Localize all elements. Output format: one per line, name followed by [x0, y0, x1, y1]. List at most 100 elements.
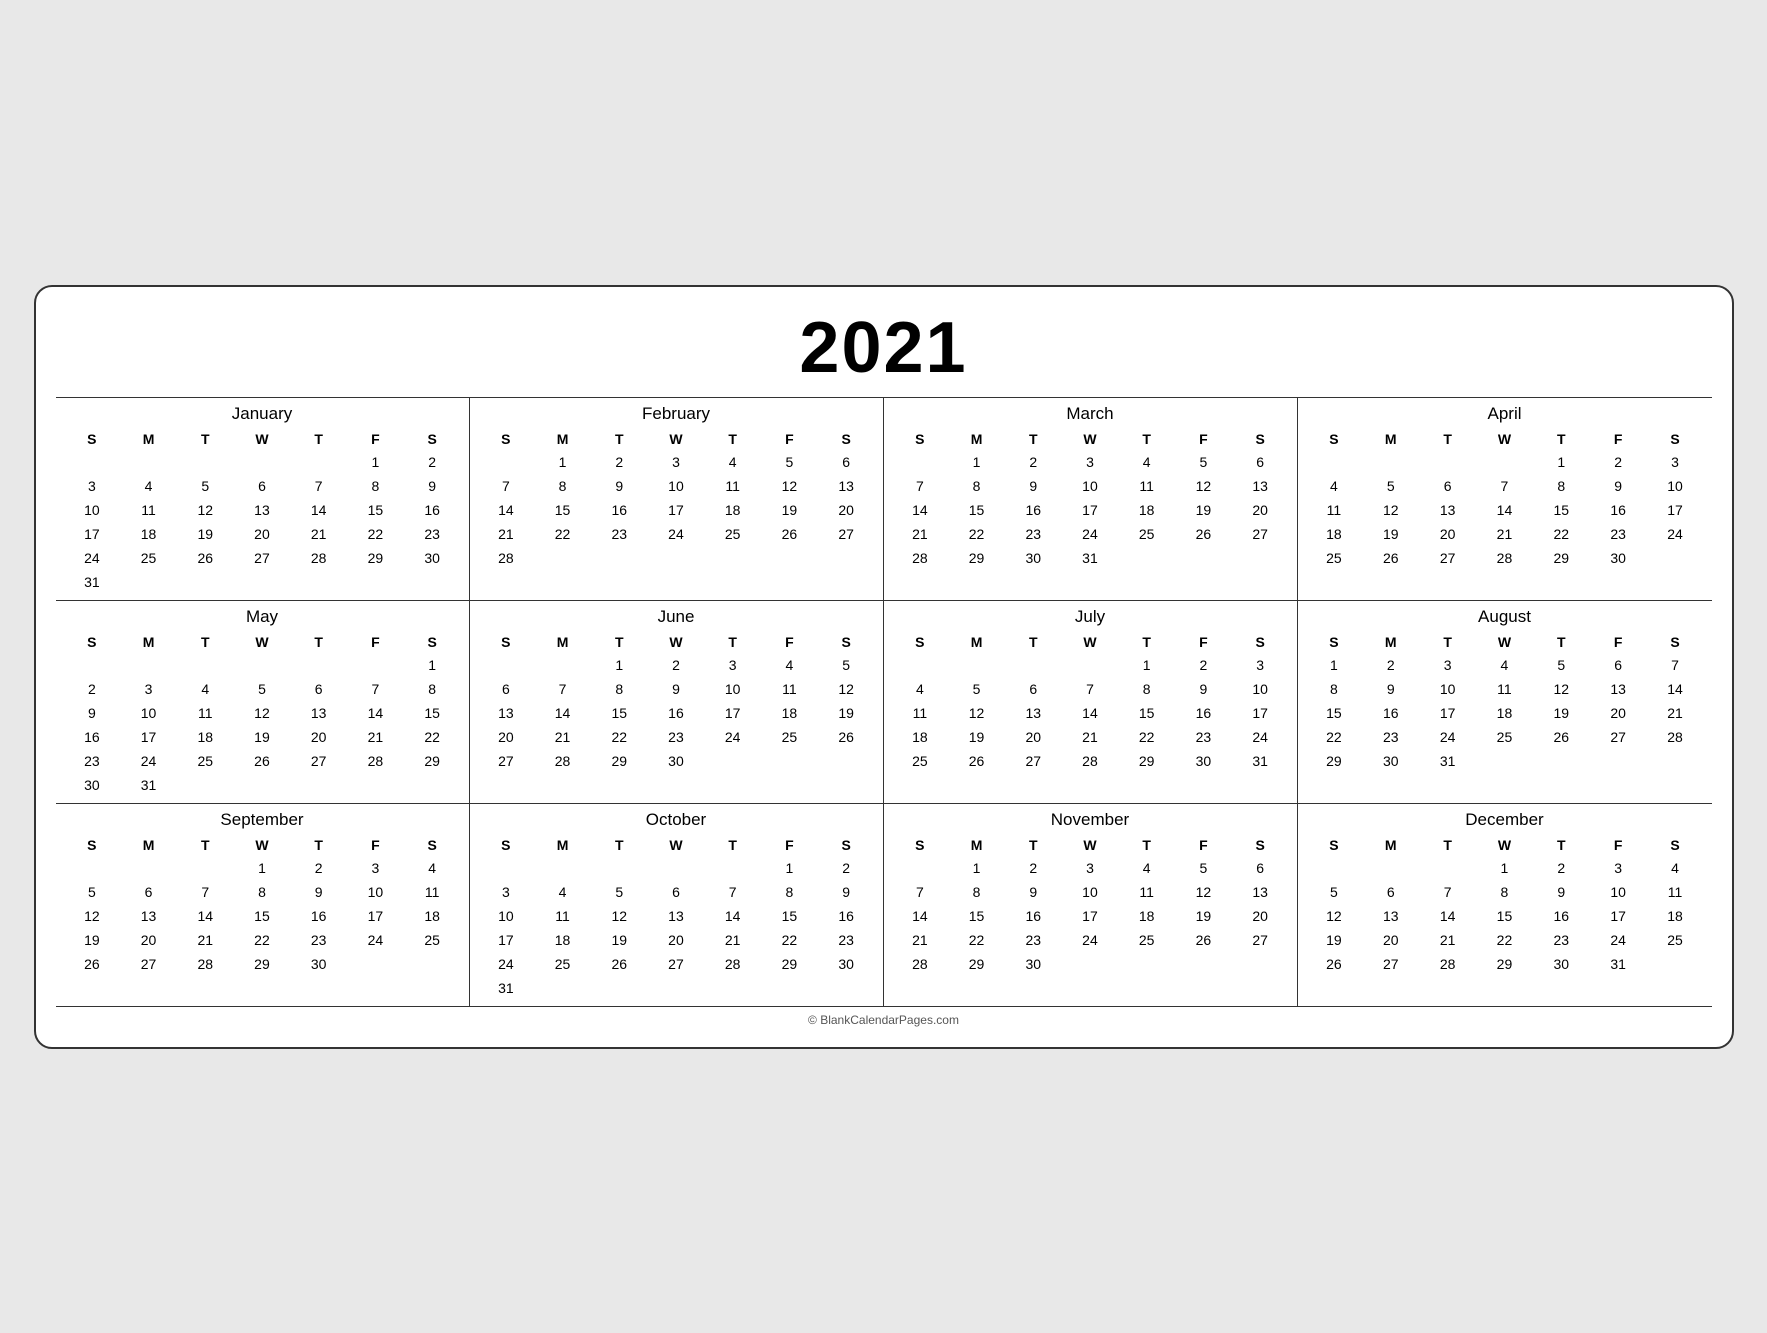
day-cell: 20	[818, 498, 875, 522]
day-header: M	[534, 631, 591, 653]
day-cell	[177, 773, 234, 797]
day-cell: 1	[948, 450, 1005, 474]
day-cell: 25	[892, 749, 949, 773]
day-header: M	[120, 631, 177, 653]
day-cell	[1005, 773, 1062, 781]
day-cell	[1175, 773, 1232, 781]
day-cell	[177, 856, 234, 880]
table-row: 12	[478, 856, 875, 880]
day-cell: 20	[478, 725, 535, 749]
day-cell	[1362, 856, 1419, 880]
table-row: 282930	[892, 952, 1289, 976]
day-cell: 23	[648, 725, 705, 749]
day-cell: 28	[534, 749, 591, 773]
day-cell: 14	[290, 498, 347, 522]
table-row: 3456789	[478, 880, 875, 904]
day-cell	[818, 749, 875, 773]
day-cell	[704, 773, 761, 781]
table-row: 22232425262728	[1306, 725, 1704, 749]
day-cell: 1	[761, 856, 818, 880]
day-header: M	[1362, 428, 1419, 450]
day-cell: 24	[64, 546, 121, 570]
day-cell: 6	[120, 880, 177, 904]
month-november: NovemberSMTWTFS1234567891011121314151617…	[884, 804, 1298, 1007]
day-cell: 27	[818, 522, 875, 546]
day-header: F	[347, 428, 404, 450]
day-cell: 26	[761, 522, 818, 546]
day-cell	[177, 570, 234, 594]
day-cell	[892, 976, 949, 984]
day-cell: 4	[892, 677, 949, 701]
month-april: AprilSMTWTFS1234567891011121314151617181…	[1298, 398, 1712, 601]
day-cell: 9	[1362, 677, 1419, 701]
table-row: 123456	[892, 856, 1289, 880]
day-cell	[290, 773, 347, 797]
day-cell	[404, 976, 461, 984]
table-row: 19202122232425	[1306, 928, 1704, 952]
day-cell	[704, 749, 761, 773]
cal-table: SMTWTFS123456789101112131415161718192021…	[64, 631, 461, 797]
day-cell	[177, 976, 234, 984]
day-header: T	[1118, 834, 1175, 856]
day-cell	[347, 952, 404, 976]
day-header: T	[1005, 631, 1062, 653]
day-cell: 24	[648, 522, 705, 546]
day-cell: 4	[120, 474, 177, 498]
day-cell: 15	[1306, 701, 1363, 725]
day-cell	[1419, 570, 1476, 578]
day-cell: 6	[818, 450, 875, 474]
day-cell	[234, 976, 291, 984]
day-cell: 18	[177, 725, 234, 749]
day-cell	[534, 856, 591, 880]
day-cell: 14	[534, 701, 591, 725]
day-cell: 11	[120, 498, 177, 522]
day-cell: 18	[1118, 904, 1175, 928]
day-cell	[64, 976, 121, 984]
day-cell: 30	[64, 773, 121, 797]
day-cell	[591, 570, 648, 578]
day-cell: 19	[1362, 522, 1419, 546]
day-cell	[1232, 570, 1289, 578]
day-cell: 14	[892, 904, 949, 928]
day-cell: 22	[1118, 725, 1175, 749]
day-cell: 13	[120, 904, 177, 928]
day-cell: 28	[177, 952, 234, 976]
day-cell: 22	[1533, 522, 1590, 546]
day-cell: 7	[534, 677, 591, 701]
day-cell: 18	[404, 904, 461, 928]
day-cell	[648, 570, 705, 578]
day-cell: 14	[892, 498, 949, 522]
day-cell: 19	[948, 725, 1005, 749]
day-cell: 25	[761, 725, 818, 749]
day-header: S	[478, 428, 535, 450]
day-cell: 24	[1062, 522, 1119, 546]
day-cell: 3	[704, 653, 761, 677]
day-cell: 15	[948, 498, 1005, 522]
day-cell	[1419, 773, 1476, 781]
day-cell: 11	[1476, 677, 1533, 701]
day-cell: 18	[1647, 904, 1704, 928]
day-cell: 23	[1590, 522, 1647, 546]
day-cell	[1232, 773, 1289, 781]
day-header: T	[1005, 834, 1062, 856]
day-cell: 5	[1362, 474, 1419, 498]
day-header: T	[1419, 631, 1476, 653]
day-header: F	[1590, 834, 1647, 856]
day-cell: 15	[347, 498, 404, 522]
day-cell: 28	[704, 952, 761, 976]
day-cell	[1118, 976, 1175, 984]
day-cell: 21	[534, 725, 591, 749]
day-cell: 19	[761, 498, 818, 522]
day-header: F	[347, 631, 404, 653]
day-cell: 2	[818, 856, 875, 880]
month-july: JulySMTWTFS12345678910111213141516171819…	[884, 601, 1298, 804]
day-cell: 15	[404, 701, 461, 725]
day-cell: 14	[347, 701, 404, 725]
cal-table: SMTWTFS123456789101112131415161718192021…	[1306, 631, 1704, 781]
day-cell: 31	[478, 976, 535, 1000]
day-cell	[234, 450, 291, 474]
month-name: July	[892, 607, 1289, 627]
day-header: M	[534, 428, 591, 450]
day-cell: 13	[234, 498, 291, 522]
day-cell	[1175, 546, 1232, 570]
